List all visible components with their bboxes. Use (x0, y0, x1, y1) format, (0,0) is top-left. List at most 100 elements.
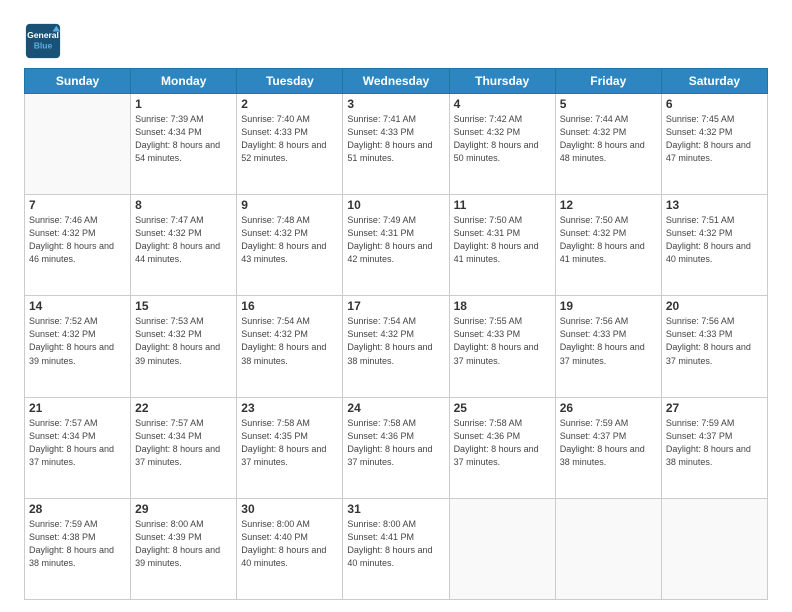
day-number: 13 (666, 198, 763, 212)
day-header-thursday: Thursday (449, 69, 555, 94)
day-info: Sunrise: 7:52 AMSunset: 4:32 PMDaylight:… (29, 315, 126, 367)
day-number: 7 (29, 198, 126, 212)
calendar-cell: 27 Sunrise: 7:59 AMSunset: 4:37 PMDaylig… (661, 397, 767, 498)
calendar-cell: 2 Sunrise: 7:40 AMSunset: 4:33 PMDayligh… (237, 94, 343, 195)
day-info: Sunrise: 7:49 AMSunset: 4:31 PMDaylight:… (347, 214, 444, 266)
calendar-cell (555, 498, 661, 599)
calendar-table: SundayMondayTuesdayWednesdayThursdayFrid… (24, 68, 768, 600)
week-row-1: 1 Sunrise: 7:39 AMSunset: 4:34 PMDayligh… (25, 94, 768, 195)
day-info: Sunrise: 7:58 AMSunset: 4:36 PMDaylight:… (347, 417, 444, 469)
calendar-cell (25, 94, 131, 195)
day-number: 10 (347, 198, 444, 212)
calendar-cell: 11 Sunrise: 7:50 AMSunset: 4:31 PMDaylig… (449, 195, 555, 296)
calendar-cell: 25 Sunrise: 7:58 AMSunset: 4:36 PMDaylig… (449, 397, 555, 498)
day-number: 19 (560, 299, 657, 313)
calendar-cell: 19 Sunrise: 7:56 AMSunset: 4:33 PMDaylig… (555, 296, 661, 397)
week-row-4: 21 Sunrise: 7:57 AMSunset: 4:34 PMDaylig… (25, 397, 768, 498)
day-header-sunday: Sunday (25, 69, 131, 94)
calendar-cell: 16 Sunrise: 7:54 AMSunset: 4:32 PMDaylig… (237, 296, 343, 397)
day-info: Sunrise: 7:55 AMSunset: 4:33 PMDaylight:… (454, 315, 551, 367)
calendar-cell (661, 498, 767, 599)
day-number: 1 (135, 97, 232, 111)
calendar-cell: 31 Sunrise: 8:00 AMSunset: 4:41 PMDaylig… (343, 498, 449, 599)
day-info: Sunrise: 7:42 AMSunset: 4:32 PMDaylight:… (454, 113, 551, 165)
day-info: Sunrise: 7:54 AMSunset: 4:32 PMDaylight:… (241, 315, 338, 367)
day-info: Sunrise: 7:57 AMSunset: 4:34 PMDaylight:… (29, 417, 126, 469)
calendar-cell: 14 Sunrise: 7:52 AMSunset: 4:32 PMDaylig… (25, 296, 131, 397)
day-info: Sunrise: 7:59 AMSunset: 4:38 PMDaylight:… (29, 518, 126, 570)
calendar-header-row: SundayMondayTuesdayWednesdayThursdayFrid… (25, 69, 768, 94)
day-info: Sunrise: 7:51 AMSunset: 4:32 PMDaylight:… (666, 214, 763, 266)
svg-text:General: General (27, 30, 59, 40)
day-header-saturday: Saturday (661, 69, 767, 94)
week-row-2: 7 Sunrise: 7:46 AMSunset: 4:32 PMDayligh… (25, 195, 768, 296)
calendar-cell: 20 Sunrise: 7:56 AMSunset: 4:33 PMDaylig… (661, 296, 767, 397)
calendar-cell: 5 Sunrise: 7:44 AMSunset: 4:32 PMDayligh… (555, 94, 661, 195)
day-info: Sunrise: 7:56 AMSunset: 4:33 PMDaylight:… (666, 315, 763, 367)
calendar-cell: 23 Sunrise: 7:58 AMSunset: 4:35 PMDaylig… (237, 397, 343, 498)
calendar-cell: 22 Sunrise: 7:57 AMSunset: 4:34 PMDaylig… (131, 397, 237, 498)
calendar-cell: 26 Sunrise: 7:59 AMSunset: 4:37 PMDaylig… (555, 397, 661, 498)
calendar-cell: 7 Sunrise: 7:46 AMSunset: 4:32 PMDayligh… (25, 195, 131, 296)
day-info: Sunrise: 7:54 AMSunset: 4:32 PMDaylight:… (347, 315, 444, 367)
svg-text:Blue: Blue (34, 41, 53, 51)
day-info: Sunrise: 7:41 AMSunset: 4:33 PMDaylight:… (347, 113, 444, 165)
day-number: 11 (454, 198, 551, 212)
day-number: 23 (241, 401, 338, 415)
day-number: 21 (29, 401, 126, 415)
calendar-cell: 29 Sunrise: 8:00 AMSunset: 4:39 PMDaylig… (131, 498, 237, 599)
day-info: Sunrise: 7:59 AMSunset: 4:37 PMDaylight:… (666, 417, 763, 469)
day-info: Sunrise: 7:47 AMSunset: 4:32 PMDaylight:… (135, 214, 232, 266)
day-info: Sunrise: 7:53 AMSunset: 4:32 PMDaylight:… (135, 315, 232, 367)
calendar-cell: 30 Sunrise: 8:00 AMSunset: 4:40 PMDaylig… (237, 498, 343, 599)
day-info: Sunrise: 8:00 AMSunset: 4:41 PMDaylight:… (347, 518, 444, 570)
day-number: 15 (135, 299, 232, 313)
calendar-cell: 15 Sunrise: 7:53 AMSunset: 4:32 PMDaylig… (131, 296, 237, 397)
day-info: Sunrise: 8:00 AMSunset: 4:39 PMDaylight:… (135, 518, 232, 570)
logo-icon: General Blue (24, 22, 62, 60)
day-number: 16 (241, 299, 338, 313)
calendar-cell: 9 Sunrise: 7:48 AMSunset: 4:32 PMDayligh… (237, 195, 343, 296)
day-info: Sunrise: 7:58 AMSunset: 4:36 PMDaylight:… (454, 417, 551, 469)
calendar-cell (449, 498, 555, 599)
day-number: 31 (347, 502, 444, 516)
day-number: 25 (454, 401, 551, 415)
day-number: 5 (560, 97, 657, 111)
calendar-cell: 4 Sunrise: 7:42 AMSunset: 4:32 PMDayligh… (449, 94, 555, 195)
day-info: Sunrise: 7:39 AMSunset: 4:34 PMDaylight:… (135, 113, 232, 165)
calendar-cell: 10 Sunrise: 7:49 AMSunset: 4:31 PMDaylig… (343, 195, 449, 296)
day-info: Sunrise: 7:50 AMSunset: 4:32 PMDaylight:… (560, 214, 657, 266)
day-info: Sunrise: 7:56 AMSunset: 4:33 PMDaylight:… (560, 315, 657, 367)
day-number: 2 (241, 97, 338, 111)
day-info: Sunrise: 8:00 AMSunset: 4:40 PMDaylight:… (241, 518, 338, 570)
day-number: 14 (29, 299, 126, 313)
week-row-5: 28 Sunrise: 7:59 AMSunset: 4:38 PMDaylig… (25, 498, 768, 599)
day-info: Sunrise: 7:45 AMSunset: 4:32 PMDaylight:… (666, 113, 763, 165)
calendar-cell: 1 Sunrise: 7:39 AMSunset: 4:34 PMDayligh… (131, 94, 237, 195)
calendar-cell: 18 Sunrise: 7:55 AMSunset: 4:33 PMDaylig… (449, 296, 555, 397)
day-info: Sunrise: 7:50 AMSunset: 4:31 PMDaylight:… (454, 214, 551, 266)
day-number: 6 (666, 97, 763, 111)
header: General Blue (24, 18, 768, 60)
day-info: Sunrise: 7:59 AMSunset: 4:37 PMDaylight:… (560, 417, 657, 469)
day-info: Sunrise: 7:40 AMSunset: 4:33 PMDaylight:… (241, 113, 338, 165)
calendar-cell: 28 Sunrise: 7:59 AMSunset: 4:38 PMDaylig… (25, 498, 131, 599)
calendar-cell: 3 Sunrise: 7:41 AMSunset: 4:33 PMDayligh… (343, 94, 449, 195)
day-number: 28 (29, 502, 126, 516)
day-info: Sunrise: 7:44 AMSunset: 4:32 PMDaylight:… (560, 113, 657, 165)
calendar-cell: 6 Sunrise: 7:45 AMSunset: 4:32 PMDayligh… (661, 94, 767, 195)
calendar-cell: 17 Sunrise: 7:54 AMSunset: 4:32 PMDaylig… (343, 296, 449, 397)
day-header-tuesday: Tuesday (237, 69, 343, 94)
day-header-wednesday: Wednesday (343, 69, 449, 94)
day-number: 29 (135, 502, 232, 516)
calendar-cell: 21 Sunrise: 7:57 AMSunset: 4:34 PMDaylig… (25, 397, 131, 498)
day-number: 26 (560, 401, 657, 415)
day-header-monday: Monday (131, 69, 237, 94)
calendar-cell: 13 Sunrise: 7:51 AMSunset: 4:32 PMDaylig… (661, 195, 767, 296)
logo: General Blue (24, 22, 66, 60)
day-number: 8 (135, 198, 232, 212)
day-info: Sunrise: 7:58 AMSunset: 4:35 PMDaylight:… (241, 417, 338, 469)
day-info: Sunrise: 7:48 AMSunset: 4:32 PMDaylight:… (241, 214, 338, 266)
day-number: 4 (454, 97, 551, 111)
day-info: Sunrise: 7:46 AMSunset: 4:32 PMDaylight:… (29, 214, 126, 266)
